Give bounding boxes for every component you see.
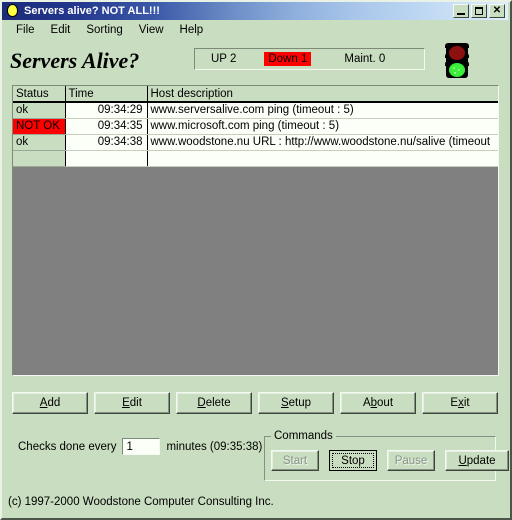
column-header-host[interactable]: Host description xyxy=(147,86,498,103)
status-maint-count: Maint. 0 xyxy=(344,53,386,65)
setup-button-post: etup xyxy=(288,397,312,409)
action-button-row: Add Edit Delete Setup Ab out Ex it xyxy=(12,392,498,414)
traffic-light-red xyxy=(449,46,465,60)
update-button-accel: U xyxy=(458,454,467,467)
maximize-icon[interactable] xyxy=(471,4,487,18)
window-controls: ✕ xyxy=(453,4,505,18)
update-button-post: pdate xyxy=(466,454,496,467)
checks-suffix-label: minutes (09:35:38) xyxy=(166,440,263,453)
focus-ring xyxy=(332,453,374,468)
cell-host: www.serversalive.com ping (timeout : 5) xyxy=(147,102,498,119)
status-up-count: UP 2 xyxy=(211,53,237,65)
delete-button[interactable]: Delete xyxy=(176,392,252,414)
table-row[interactable]: ok 09:34:29 www.serversalive.com ping (t… xyxy=(13,102,498,119)
page-title: Servers Alive? xyxy=(10,48,140,73)
about-button[interactable]: Ab out xyxy=(340,392,416,414)
server-list-grid[interactable]: Status Time Host description ok 09:34:29… xyxy=(12,85,499,376)
menu-bar: File Edit Sorting View Help xyxy=(2,21,508,39)
cell-status xyxy=(13,150,66,167)
table-row[interactable]: ok 09:34:38 www.woodstone.nu URL : http:… xyxy=(13,134,498,151)
delete-button-accel: D xyxy=(197,397,206,409)
title-bar[interactable]: Servers alive? NOT ALL!!! ✕ xyxy=(2,2,508,20)
cell-status: NOT OK xyxy=(13,118,66,135)
cell-time: 09:34:35 xyxy=(65,118,148,135)
column-header-status[interactable]: Status xyxy=(13,86,66,103)
add-button[interactable]: Add xyxy=(12,392,88,414)
stop-button[interactable]: Stop xyxy=(329,450,377,471)
update-button[interactable]: Update xyxy=(445,450,509,471)
delete-button-post: elete xyxy=(205,397,231,409)
checks-interval-row: Checks done every minutes (09:35:38) xyxy=(18,438,262,455)
setup-button[interactable]: Setup xyxy=(258,392,334,414)
minimize-icon[interactable] xyxy=(453,4,469,18)
cell-host: www.woodstone.nu URL : http://www.woodst… xyxy=(147,134,498,151)
traffic-light-green xyxy=(449,63,465,77)
lightbulb-icon xyxy=(6,4,20,18)
exit-button-post: it xyxy=(463,397,470,409)
server-table: Status Time Host description ok 09:34:29… xyxy=(13,86,498,167)
traffic-light-icon xyxy=(441,42,475,80)
menu-item-help[interactable]: Help xyxy=(172,23,212,37)
close-icon[interactable]: ✕ xyxy=(489,4,505,18)
cell-status: ok xyxy=(13,102,66,119)
edit-button-post: dit xyxy=(129,397,142,409)
add-button-accel: A xyxy=(39,397,48,409)
window-title: Servers alive? NOT ALL!!! xyxy=(24,5,160,17)
table-row[interactable] xyxy=(13,150,498,167)
cell-time: 09:34:29 xyxy=(65,102,148,119)
about-button-post: out xyxy=(377,397,394,409)
start-button[interactable]: Start xyxy=(271,450,319,471)
cell-time: 09:34:38 xyxy=(65,134,148,151)
status-down-count: Down 1 xyxy=(264,52,312,66)
about-button-pre: A xyxy=(362,397,371,409)
column-header-time[interactable]: Time xyxy=(65,86,148,103)
menu-item-sorting[interactable]: Sorting xyxy=(78,23,130,37)
setup-button-accel: S xyxy=(280,397,289,409)
pause-button[interactable]: Pause xyxy=(387,450,435,471)
checks-interval-input[interactable] xyxy=(122,438,161,455)
checks-prefix-label: Checks done every xyxy=(18,440,117,453)
status-summary-panel: UP 2 Down 1 Maint. 0 xyxy=(194,48,425,70)
cell-status: ok xyxy=(13,134,66,151)
exit-button-pre: E xyxy=(450,397,459,409)
application-window: Servers alive? NOT ALL!!! ✕ File Edit So… xyxy=(0,0,512,520)
commands-group: Commands Start Stop Pause Update xyxy=(264,430,509,481)
copyright-footer: (c) 1997-2000 Woodstone Computer Consult… xyxy=(8,496,274,508)
commands-button-row: Start Stop Pause Update xyxy=(271,450,509,471)
exit-button[interactable]: Ex it xyxy=(422,392,498,414)
cell-host xyxy=(147,150,498,167)
table-row[interactable]: NOT OK 09:34:35 www.microsoft.com ping (… xyxy=(13,118,498,135)
cell-time xyxy=(65,150,148,167)
commands-legend: Commands xyxy=(271,430,336,442)
table-header-row: Status Time Host description xyxy=(13,86,498,103)
menu-item-view[interactable]: View xyxy=(131,23,172,37)
cell-host: www.microsoft.com ping (timeout : 5) xyxy=(147,118,498,135)
menu-item-edit[interactable]: Edit xyxy=(43,23,79,37)
add-button-post: dd xyxy=(47,397,61,409)
edit-button[interactable]: Edit xyxy=(94,392,170,414)
edit-button-accel: E xyxy=(122,397,130,409)
menu-item-file[interactable]: File xyxy=(8,23,43,37)
